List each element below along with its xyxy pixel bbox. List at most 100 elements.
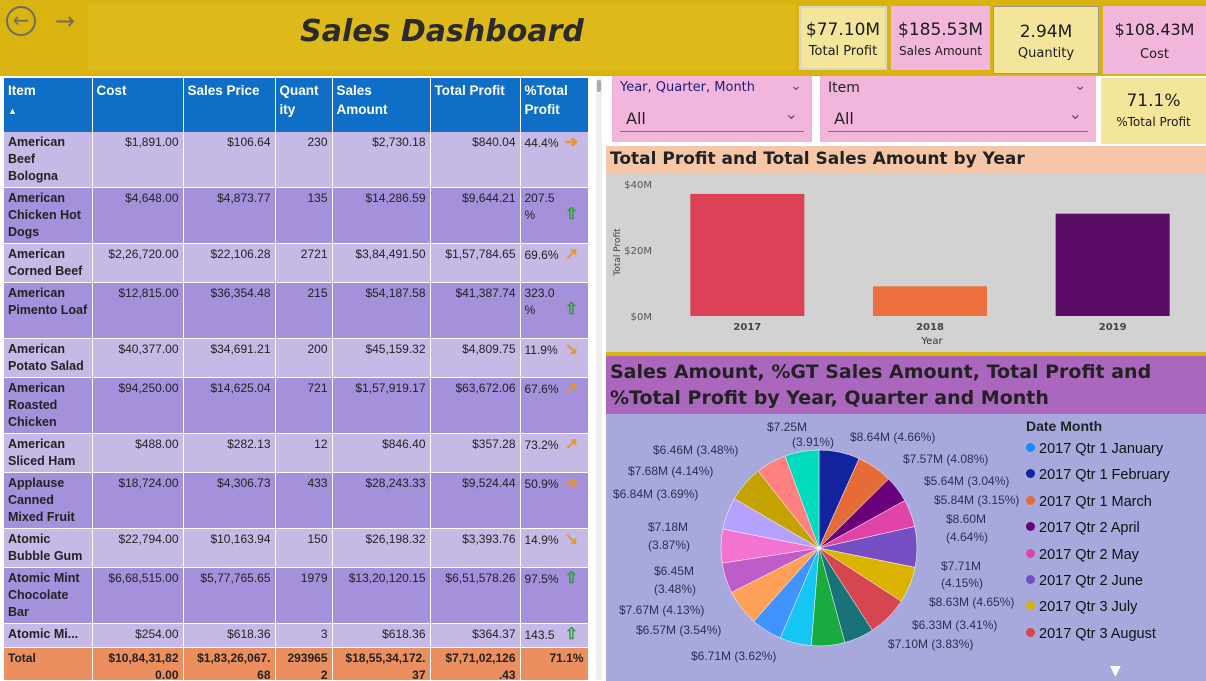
cell-sales-amount: $618.36 (332, 623, 431, 648)
bar-2018[interactable] (873, 286, 987, 316)
pie-data-label: (3.91%) (792, 435, 834, 449)
cell-sales-amount: $14,286.59 (332, 187, 431, 244)
cell-item: American Corned Beef (4, 243, 93, 283)
legend-item[interactable]: 2017 Qtr 3 August (1026, 621, 1170, 647)
cell-cost: $40,377.00 (92, 338, 184, 378)
legend-item[interactable]: 2017 Qtr 2 April (1026, 515, 1170, 541)
slicer-date[interactable]: Year, Quarter, Month ⌄ All ⌄ (612, 76, 812, 142)
bar-2019[interactable] (1055, 213, 1170, 316)
cell-item: American Beef Bologna (4, 132, 93, 188)
cell-pct-total-profit: 143.5 ⇧ (520, 623, 589, 648)
chevron-down-icon[interactable]: ⌄ (1074, 78, 1086, 94)
cell-cost: $1,891.00 (92, 132, 184, 188)
col-header-item[interactable]: Item ▲ (4, 78, 93, 132)
table-row[interactable]: Atomic Mint Chocolate Bar $6,68,515.00 $5,… (4, 567, 589, 624)
pie-data-label: (3.87%) (648, 538, 690, 552)
legend-dot-icon (1026, 548, 1035, 558)
pie-legend: Date Month 2017 Qtr 1 January 2017 Qtr 1 … (1026, 418, 1170, 647)
legend-item[interactable]: 2017 Qtr 1 March (1026, 489, 1170, 515)
back-arrow-icon[interactable]: ← (6, 6, 36, 36)
sort-asc-icon[interactable]: ▲ (8, 106, 17, 116)
kpi-total-profit: $77.10M Total Profit (799, 6, 887, 70)
page-title: Sales Dashboard (300, 14, 584, 49)
table-row[interactable]: American Sliced Ham $488.00 $282.13 12 $846.… (4, 433, 589, 473)
cell-total-profit: $63,672.06 (430, 377, 521, 434)
pie-data-label: (3.48%) (654, 582, 696, 596)
slicer-item[interactable]: Item ⌄ All ⌄ (820, 76, 1096, 142)
legend-scroll-down-icon[interactable]: ▼ (1110, 663, 1121, 679)
cell-quantity: 150 (275, 528, 333, 568)
cell-item: American Potato Salad (4, 338, 93, 378)
dropdown-chevron-icon[interactable]: ⌄ (785, 104, 798, 123)
table-row[interactable]: American Pimento Loaf $12,815.00 $36,354.4… (4, 282, 589, 339)
col-header-cost[interactable]: Cost (92, 78, 184, 132)
cell-item: Applause Canned Mixed Fruit (4, 472, 93, 529)
cell-item: Atomic Bubble Gum (4, 528, 93, 568)
col-header-quantity[interactable]: Quant ity (275, 78, 333, 132)
dropdown-chevron-icon[interactable]: ⌄ (1069, 104, 1082, 123)
table-scroll-thumb[interactable] (597, 80, 601, 92)
cell-total-profit: $6,51,578.26 (430, 567, 521, 624)
table-row[interactable]: Atomic Mi... $254.00 $618.36 3 $618.36 $364.3… (4, 623, 589, 648)
cell-pct-total-profit: 14.9% ↘ (520, 528, 589, 568)
pie-data-label: $7.18M (648, 520, 688, 534)
cell-quantity: 721 (275, 377, 333, 434)
total-sales-price: $1,83,26,067. 68 (183, 647, 276, 680)
kpi-quantity: 2.94M Quantity (993, 6, 1099, 74)
table-row[interactable]: Atomic Bubble Gum $22,794.00 $10,163.94 150… (4, 528, 589, 568)
cell-quantity: 200 (275, 338, 333, 378)
cell-sales-price: $618.36 (183, 623, 276, 648)
pie-data-label: $7.71M (941, 559, 981, 573)
data-table: Item ▲ Cost Sales Price Quant ity Sales A… (4, 78, 589, 680)
arrow-right-icon: ➔ (564, 475, 579, 492)
pie-data-label: (4.15%) (941, 576, 983, 590)
legend-title: Date Month (1026, 418, 1103, 434)
table-row[interactable]: American Roasted Chicken $94,250.00 $14,62… (4, 377, 589, 434)
legend-item[interactable]: 2017 Qtr 2 May (1026, 542, 1170, 568)
cell-sales-amount: $26,198.32 (332, 528, 431, 568)
pie-data-label: $6.46M (3.48%) (653, 443, 738, 457)
cell-sales-price: $106.64 (183, 132, 276, 188)
legend-item[interactable]: 2017 Qtr 1 January (1026, 436, 1170, 462)
legend-dot-icon (1026, 627, 1035, 637)
total-label: Total (4, 647, 93, 680)
cell-cost: $18,724.00 (92, 472, 184, 529)
cell-total-profit: $364.37 (430, 623, 521, 648)
legend-item[interactable]: 2017 Qtr 3 July (1026, 594, 1170, 620)
cell-sales-price: $34,691.21 (183, 338, 276, 378)
pie-data-label: $7.68M (4.14%) (628, 464, 713, 478)
pie-data-label: (4.64%) (946, 530, 988, 544)
pie-data-label: $5.84M (3.15%) (934, 493, 1019, 507)
kpi-pct-total-profit: 71.1% %Total Profit (1101, 78, 1206, 144)
forward-arrow-icon[interactable]: → (50, 6, 80, 36)
table-row[interactable]: American Corned Beef $2,26,720.00 $22,106.… (4, 243, 589, 283)
cell-cost: $94,250.00 (92, 377, 184, 434)
arrow-up-icon: ⇧ (564, 206, 579, 223)
pie-data-label: $6.84M (3.69%) (613, 487, 698, 501)
table-scrollbar[interactable] (596, 78, 602, 680)
table-row[interactable]: Applause Canned Mixed Fruit $18,724.00 $4,… (4, 472, 589, 529)
cell-cost: $12,815.00 (92, 282, 184, 339)
bar-2017[interactable] (690, 193, 805, 316)
cell-sales-amount: $846.40 (332, 433, 431, 473)
slicer-item-dropdown[interactable]: All ⌄ (828, 104, 1088, 132)
col-header-pct-total-profit[interactable]: %Total Profit (520, 78, 589, 132)
table-row[interactable]: American Beef Bologna $1,891.00 $106.64 230… (4, 132, 589, 188)
slicer-date-dropdown[interactable]: All ⌄ (620, 104, 804, 132)
cell-pct-total-profit: 11.9% ↘ (520, 338, 589, 378)
legend-item[interactable]: 2017 Qtr 1 February (1026, 462, 1170, 488)
cell-pct-total-profit: 323.0 % ⇧ (520, 282, 589, 339)
cell-cost: $254.00 (92, 623, 184, 648)
pie-data-label: $6.45M (654, 564, 694, 578)
col-header-sales-amount[interactable]: Sales Amount (332, 78, 431, 132)
legend-item[interactable]: 2017 Qtr 2 June (1026, 568, 1170, 594)
table-row[interactable]: American Chicken Hot Dogs $4,648.00 $4,873… (4, 187, 589, 244)
arrow-down-right-icon: ↘ (564, 531, 579, 548)
table-row[interactable]: American Potato Salad $40,377.00 $34,691.2… (4, 338, 589, 378)
col-header-sales-price[interactable]: Sales Price (183, 78, 276, 132)
col-header-total-profit[interactable]: Total Profit (430, 78, 521, 132)
cell-total-profit: $1,57,784.65 (430, 243, 521, 283)
chevron-down-icon[interactable]: ⌄ (790, 78, 802, 94)
cell-sales-amount: $28,243.33 (332, 472, 431, 529)
x-axis-label: Year (920, 336, 943, 347)
